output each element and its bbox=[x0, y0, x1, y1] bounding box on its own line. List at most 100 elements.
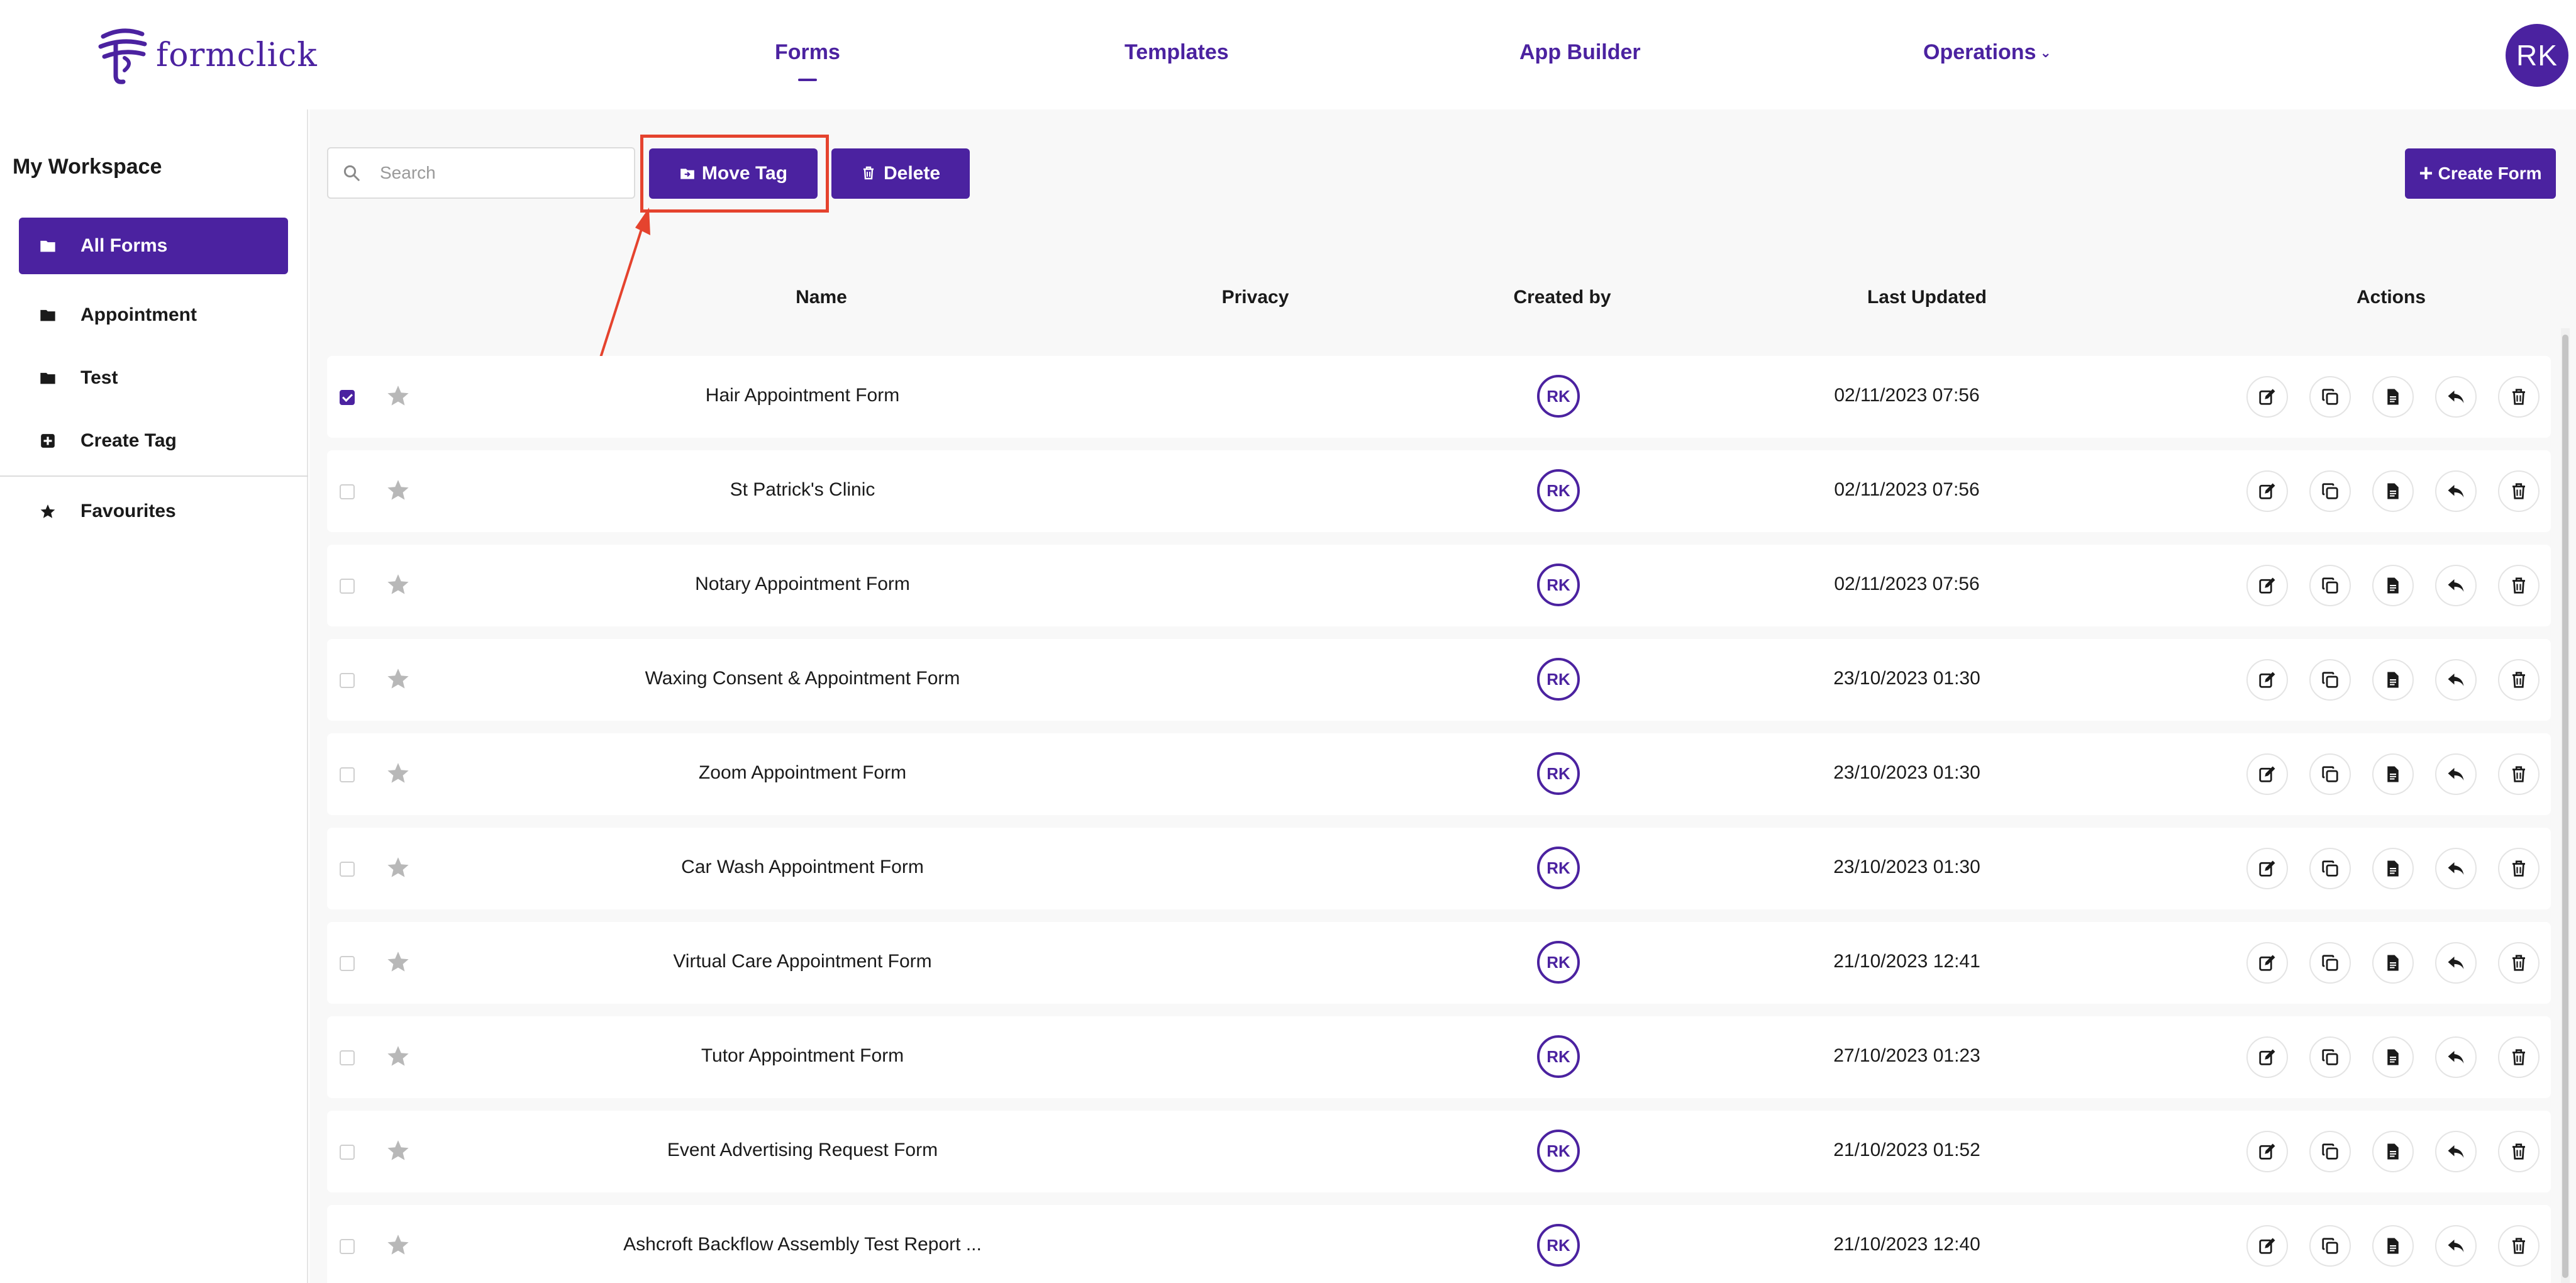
form-name[interactable]: Virtual Care Appointment Form bbox=[673, 951, 931, 972]
nav-operations[interactable]: Operations ⌄ bbox=[1923, 40, 2051, 65]
copy-button[interactable] bbox=[2309, 1036, 2351, 1078]
edit-button[interactable] bbox=[2246, 1131, 2288, 1172]
form-name[interactable]: Hair Appointment Form bbox=[706, 385, 899, 406]
reply-button[interactable] bbox=[2435, 848, 2477, 889]
form-name[interactable]: Car Wash Appointment Form bbox=[681, 857, 924, 878]
star-icon[interactable] bbox=[386, 667, 410, 691]
row-checkbox[interactable] bbox=[340, 1145, 355, 1160]
edit-button[interactable] bbox=[2246, 942, 2288, 984]
reply-button[interactable] bbox=[2435, 470, 2477, 512]
search-box[interactable] bbox=[327, 147, 635, 199]
copy-button[interactable] bbox=[2309, 1131, 2351, 1172]
create-form-button[interactable]: + Create Form bbox=[2405, 148, 2556, 199]
star-icon[interactable] bbox=[386, 1138, 410, 1162]
sidebar-item-favourites[interactable]: Favourites bbox=[19, 483, 288, 540]
delete-row-button[interactable] bbox=[2498, 848, 2540, 889]
edit-button[interactable] bbox=[2246, 1036, 2288, 1078]
view-document-button[interactable] bbox=[2372, 1131, 2414, 1172]
reply-button[interactable] bbox=[2435, 942, 2477, 984]
table-row[interactable]: Waxing Consent & Appointment Form RK 23/… bbox=[327, 639, 2551, 721]
form-name[interactable]: St Patrick's Clinic bbox=[730, 479, 875, 501]
reply-button[interactable] bbox=[2435, 659, 2477, 701]
row-checkbox[interactable] bbox=[340, 956, 355, 971]
view-document-button[interactable] bbox=[2372, 659, 2414, 701]
reply-button[interactable] bbox=[2435, 753, 2477, 795]
delete-row-button[interactable] bbox=[2498, 1131, 2540, 1172]
form-name[interactable]: Tutor Appointment Form bbox=[701, 1045, 904, 1067]
user-avatar[interactable]: RK bbox=[2506, 24, 2568, 87]
sidebar-item-test[interactable]: Test bbox=[19, 350, 288, 406]
table-row[interactable]: Zoom Appointment Form RK 23/10/2023 01:3… bbox=[327, 733, 2551, 815]
delete-row-button[interactable] bbox=[2498, 942, 2540, 984]
reply-button[interactable] bbox=[2435, 565, 2477, 606]
nav-forms[interactable]: Forms bbox=[775, 40, 840, 65]
view-document-button[interactable] bbox=[2372, 470, 2414, 512]
copy-button[interactable] bbox=[2309, 848, 2351, 889]
delete-row-button[interactable] bbox=[2498, 1036, 2540, 1078]
view-document-button[interactable] bbox=[2372, 376, 2414, 418]
row-checkbox[interactable] bbox=[340, 390, 355, 405]
edit-button[interactable] bbox=[2246, 565, 2288, 606]
reply-button[interactable] bbox=[2435, 1225, 2477, 1267]
row-checkbox[interactable] bbox=[340, 767, 355, 782]
view-document-button[interactable] bbox=[2372, 942, 2414, 984]
star-icon[interactable] bbox=[386, 855, 410, 879]
row-checkbox[interactable] bbox=[340, 579, 355, 594]
delete-row-button[interactable] bbox=[2498, 376, 2540, 418]
copy-button[interactable] bbox=[2309, 376, 2351, 418]
copy-button[interactable] bbox=[2309, 753, 2351, 795]
star-icon[interactable] bbox=[386, 761, 410, 785]
table-row[interactable]: St Patrick's Clinic RK 02/11/2023 07:56 bbox=[327, 450, 2551, 532]
reply-button[interactable] bbox=[2435, 1036, 2477, 1078]
table-row[interactable]: Car Wash Appointment Form RK 23/10/2023 … bbox=[327, 828, 2551, 909]
delete-row-button[interactable] bbox=[2498, 470, 2540, 512]
table-row[interactable]: Virtual Care Appointment Form RK 21/10/2… bbox=[327, 922, 2551, 1004]
table-row[interactable]: Notary Appointment Form RK 02/11/2023 07… bbox=[327, 545, 2551, 626]
column-header-last-updated[interactable]: Last Updated bbox=[1867, 287, 1987, 308]
form-name[interactable]: Notary Appointment Form bbox=[695, 574, 910, 595]
row-checkbox[interactable] bbox=[340, 673, 355, 688]
row-checkbox[interactable] bbox=[340, 862, 355, 877]
sidebar-item-all-forms[interactable]: All Forms bbox=[19, 218, 288, 274]
delete-row-button[interactable] bbox=[2498, 565, 2540, 606]
delete-button[interactable]: Delete bbox=[831, 148, 970, 199]
copy-button[interactable] bbox=[2309, 565, 2351, 606]
table-row[interactable]: Tutor Appointment Form RK 27/10/2023 01:… bbox=[327, 1016, 2551, 1098]
column-header-privacy[interactable]: Privacy bbox=[1222, 287, 1289, 308]
star-icon[interactable] bbox=[386, 1044, 410, 1068]
edit-button[interactable] bbox=[2246, 753, 2288, 795]
star-icon[interactable] bbox=[386, 478, 410, 502]
edit-button[interactable] bbox=[2246, 470, 2288, 512]
sidebar-item-create-tag[interactable]: Create Tag bbox=[19, 413, 288, 469]
star-icon[interactable] bbox=[386, 950, 410, 974]
star-icon[interactable] bbox=[386, 572, 410, 596]
nav-app-builder[interactable]: App Builder bbox=[1519, 40, 1641, 65]
reply-button[interactable] bbox=[2435, 1131, 2477, 1172]
copy-button[interactable] bbox=[2309, 470, 2351, 512]
view-document-button[interactable] bbox=[2372, 565, 2414, 606]
reply-button[interactable] bbox=[2435, 376, 2477, 418]
form-name[interactable]: Event Advertising Request Form bbox=[667, 1140, 938, 1161]
nav-templates[interactable]: Templates bbox=[1124, 40, 1229, 65]
edit-button[interactable] bbox=[2246, 659, 2288, 701]
table-row[interactable]: Event Advertising Request Form RK 21/10/… bbox=[327, 1111, 2551, 1192]
copy-button[interactable] bbox=[2309, 1225, 2351, 1267]
copy-button[interactable] bbox=[2309, 659, 2351, 701]
formclick-logo[interactable]: formclick bbox=[94, 25, 318, 86]
search-input[interactable] bbox=[380, 163, 619, 183]
edit-button[interactable] bbox=[2246, 376, 2288, 418]
delete-row-button[interactable] bbox=[2498, 659, 2540, 701]
star-icon[interactable] bbox=[386, 384, 410, 408]
sidebar-item-appointment[interactable]: Appointment bbox=[19, 287, 288, 343]
edit-button[interactable] bbox=[2246, 848, 2288, 889]
table-row[interactable]: Ashcroft Backflow Assembly Test Report .… bbox=[327, 1205, 2551, 1283]
form-name[interactable]: Zoom Appointment Form bbox=[699, 762, 906, 784]
table-row[interactable]: Hair Appointment Form RK 02/11/2023 07:5… bbox=[327, 356, 2551, 438]
view-document-button[interactable] bbox=[2372, 848, 2414, 889]
vertical-scrollbar[interactable] bbox=[2561, 328, 2570, 1283]
scrollbar-thumb[interactable] bbox=[2562, 335, 2568, 1278]
view-document-button[interactable] bbox=[2372, 1225, 2414, 1267]
column-header-name[interactable]: Name bbox=[796, 287, 847, 308]
row-checkbox[interactable] bbox=[340, 484, 355, 499]
view-document-button[interactable] bbox=[2372, 1036, 2414, 1078]
